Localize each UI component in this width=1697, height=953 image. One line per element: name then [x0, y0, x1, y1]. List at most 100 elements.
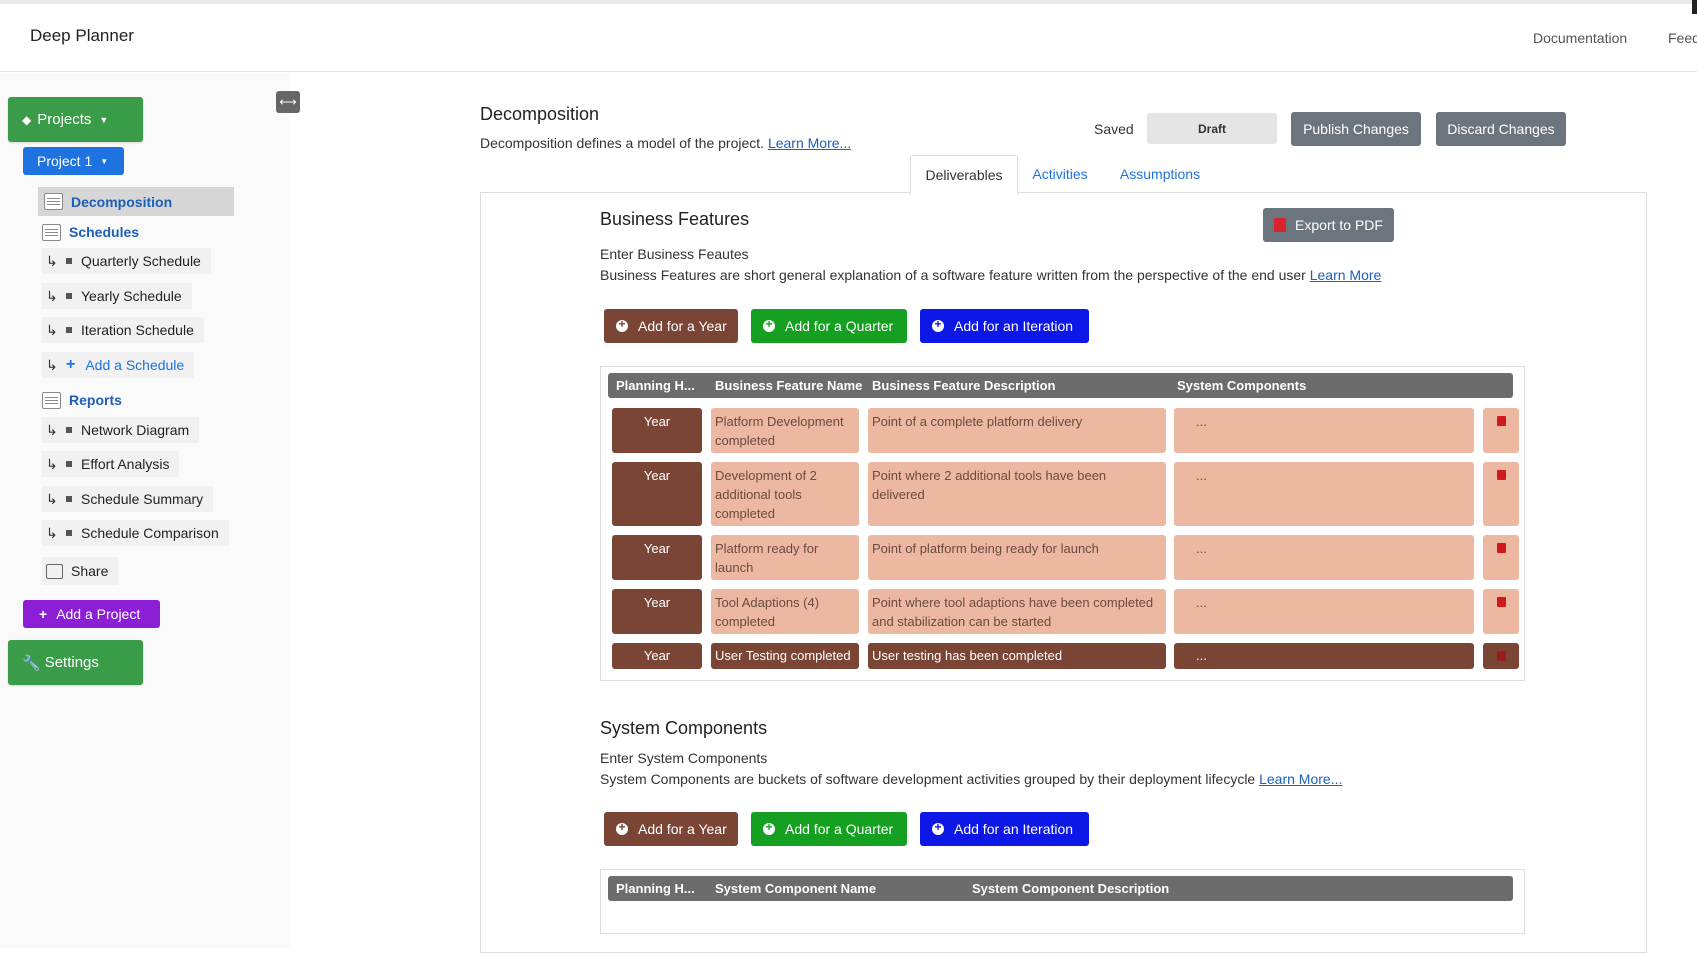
top-navbar [0, 0, 1697, 72]
planning-horizon-cell[interactable]: Year [612, 462, 702, 526]
business-features-title: Business Features [600, 209, 750, 229]
export-pdf-button[interactable]: Export to PDF [1263, 208, 1394, 242]
plus-circle-icon [763, 820, 775, 835]
draft-status-badge: Draft [1147, 113, 1277, 144]
sidebar-item-reports[interactable]: Reports [42, 390, 122, 410]
planning-horizon-cell[interactable]: Year [612, 589, 702, 634]
column-header-component-description[interactable]: System Component Description [972, 881, 1169, 896]
feature-name-cell[interactable]: Development of 2 additional tools comple… [711, 462, 859, 526]
button-label: Add for a Quarter [785, 821, 894, 837]
app-brand[interactable]: Deep Planner [30, 26, 134, 46]
system-components-cell[interactable]: ... [1174, 589, 1474, 634]
page-description-text: Decomposition defines a model of the pro… [480, 135, 765, 151]
plus-circle-icon [616, 317, 628, 332]
report-icon [42, 391, 61, 409]
trash-icon [1496, 470, 1506, 480]
sidebar-item-quarterly-schedule[interactable]: ↳ Quarterly Schedule [42, 248, 211, 274]
sidebar-item-schedule-summary[interactable]: ↳ Schedule Summary [42, 486, 214, 512]
bf-add-iteration-button[interactable]: Add for an Iteration [920, 309, 1089, 343]
plus-circle-icon [763, 317, 775, 332]
delete-row-button[interactable] [1483, 643, 1519, 669]
feature-name-cell[interactable]: Platform ready for launch [711, 535, 859, 580]
sidebar-item-share[interactable]: Share [42, 557, 119, 585]
bf-add-year-button[interactable]: Add for a Year [604, 309, 738, 343]
project-selector-button[interactable]: Project 1 ▼ [23, 147, 124, 175]
planning-horizon-cell[interactable]: Year [612, 643, 702, 669]
button-label: Add for a Quarter [785, 318, 894, 334]
delete-row-button[interactable] [1483, 589, 1519, 634]
trash-icon [1496, 651, 1506, 661]
system-components-learn-more-link[interactable]: Learn More... [1259, 771, 1342, 787]
feature-name-cell[interactable]: Tool Adaptions (4) completed [711, 589, 859, 634]
column-header-planning-horizon[interactable]: Planning H... [616, 881, 695, 896]
plus-icon: + [39, 606, 48, 622]
tab-deliverables[interactable]: Deliverables [910, 155, 1018, 195]
sidebar-item-yearly-schedule[interactable]: ↳ Yearly Schedule [42, 283, 192, 309]
system-components-cell[interactable]: ... [1174, 535, 1474, 580]
tab-activities[interactable]: Activities [1024, 155, 1096, 193]
delete-row-button[interactable] [1483, 535, 1519, 580]
sc-add-year-button[interactable]: Add for a Year [604, 812, 738, 846]
column-header-feature-description[interactable]: Business Feature Description [872, 378, 1056, 393]
business-features-subtitle: Enter Business Feautes [600, 246, 749, 262]
projects-dropdown-button[interactable]: ◆ Projects ▼ [8, 97, 143, 142]
share-icon [46, 563, 63, 579]
planning-horizon-cell[interactable]: Year [612, 408, 702, 453]
learn-more-link[interactable]: Learn More... [768, 135, 851, 151]
plus-circle-icon [932, 317, 944, 332]
system-components-cell[interactable]: ... [1174, 408, 1474, 453]
settings-button[interactable]: 🔧 Settings [8, 640, 143, 685]
sidebar-item-decomposition[interactable]: Decomposition [38, 187, 234, 216]
sidebar-item-add-schedule[interactable]: ↳ + Add a Schedule [42, 352, 195, 378]
add-project-button[interactable]: + Add a Project [23, 600, 160, 628]
delete-row-button[interactable] [1483, 408, 1519, 453]
button-label: Add for a Year [638, 318, 727, 334]
sidebar-item-network-diagram[interactable]: ↳ Network Diagram [42, 417, 200, 443]
nav-documentation-link[interactable]: Documentation [1533, 30, 1627, 46]
page-description: Decomposition defines a model of the pro… [480, 135, 851, 151]
collapse-sidebar-button[interactable]: ⟷ [276, 91, 300, 113]
delete-row-button[interactable] [1483, 462, 1519, 526]
sidebar-item-label: Schedule Summary [81, 491, 204, 507]
column-header-planning-horizon[interactable]: Planning H... [616, 378, 695, 393]
sidebar-item-schedules[interactable]: Schedules [42, 222, 139, 242]
sidebar-item-label: Decomposition [71, 193, 173, 210]
feature-description-cell[interactable]: Point of platform being ready for launch [868, 535, 1166, 580]
feature-description-cell[interactable]: User testing has been completed [868, 643, 1166, 669]
sidebar-item-iteration-schedule[interactable]: ↳ Iteration Schedule [42, 317, 204, 343]
bf-add-quarter-button[interactable]: Add for a Quarter [751, 309, 907, 343]
sc-add-quarter-button[interactable]: Add for a Quarter [751, 812, 907, 846]
sidebar-item-label: Iteration Schedule [81, 322, 194, 338]
sub-item-arrow-icon: ↳ [46, 356, 58, 373]
system-components-cell[interactable]: ... [1174, 643, 1474, 669]
column-header-component-name[interactable]: System Component Name [715, 881, 876, 896]
sub-item-arrow-icon: ↳ [46, 321, 58, 338]
sidebar-item-schedule-comparison[interactable]: ↳ Schedule Comparison [42, 520, 229, 546]
discard-changes-button[interactable]: Discard Changes [1436, 112, 1566, 146]
publish-changes-button[interactable]: Publish Changes [1291, 112, 1421, 146]
system-components-cell[interactable]: ... [1174, 462, 1474, 526]
feature-name-cell[interactable]: Platform Development completed [711, 408, 859, 453]
sidebar-item-label: Schedules [69, 224, 140, 240]
wrench-icon: 🔧 [22, 654, 41, 672]
feature-name-cell[interactable]: User Testing completed [711, 643, 859, 669]
system-components-description-text: System Components are buckets of softwar… [600, 771, 1256, 787]
sc-add-iteration-button[interactable]: Add for an Iteration [920, 812, 1089, 846]
business-features-learn-more-link[interactable]: Learn More [1310, 267, 1382, 283]
column-header-system-components[interactable]: System Components [1177, 378, 1306, 393]
bullet-icon [66, 496, 72, 502]
nav-feedback-link[interactable]: Feedback [1668, 30, 1697, 46]
column-header-feature-name[interactable]: Business Feature Name [715, 378, 862, 393]
bullet-icon [66, 461, 72, 467]
sidebar-item-effort-analysis[interactable]: ↳ Effort Analysis [42, 451, 180, 477]
project-label: Project 1 [37, 153, 93, 169]
planning-horizon-cell[interactable]: Year [612, 535, 702, 580]
tab-assumptions[interactable]: Assumptions [1112, 155, 1208, 193]
feature-description-cell[interactable]: Point where 2 additional tools have been… [868, 462, 1166, 526]
calendar-icon [42, 223, 61, 241]
diamond-icon: ◆ [22, 112, 32, 127]
sidebar-item-label: Reports [69, 392, 122, 408]
feature-description-cell[interactable]: Point where tool adaptions have been com… [868, 589, 1166, 634]
system-components-title: System Components [600, 718, 768, 738]
feature-description-cell[interactable]: Point of a complete platform delivery [868, 408, 1166, 453]
